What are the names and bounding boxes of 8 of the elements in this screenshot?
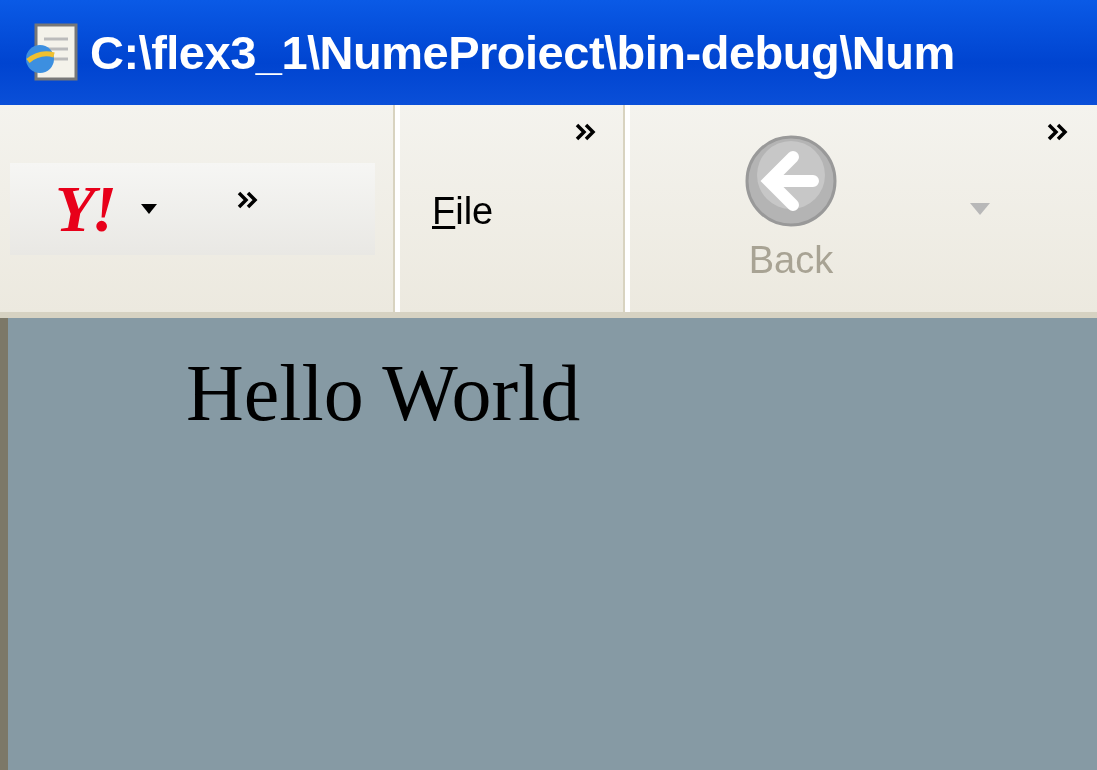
hello-text: Hello World: [186, 348, 581, 439]
logo[interactable]: Y!: [55, 170, 113, 247]
chevron-icon[interactable]: [1047, 123, 1069, 141]
menu-item[interactable]: File: [432, 190, 494, 233]
chevron-icon[interactable]: [237, 190, 259, 209]
caret-icon[interactable]: [141, 203, 157, 214]
window-title: C:\flex3_1\NumeProiect\bin-debug\Num: [90, 25, 955, 80]
chevron-icon[interactable]: [575, 123, 597, 141]
